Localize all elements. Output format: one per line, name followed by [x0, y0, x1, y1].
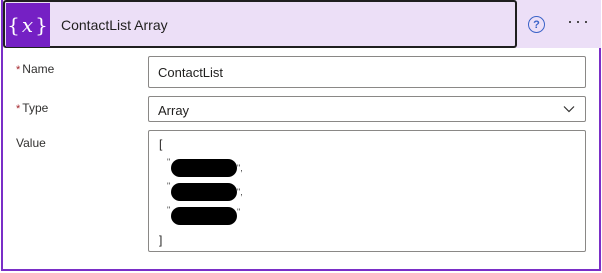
quote-close: "	[237, 207, 241, 217]
initialize-variable-card: {x} ContactList Array ? ··· * Name Contac…	[1, 0, 601, 271]
close-bracket: ]	[159, 233, 163, 247]
type-label-text: Type	[22, 101, 49, 115]
name-input-value: ContactList	[158, 65, 224, 80]
required-mark: *	[16, 64, 21, 76]
redacted-value	[171, 159, 237, 177]
quote-open: "	[167, 205, 171, 215]
quote-open: "	[167, 157, 171, 167]
name-input[interactable]: ContactList	[148, 56, 586, 88]
card-title[interactable]: ContactList Array	[61, 17, 168, 33]
quote-close: ",	[237, 187, 243, 197]
name-label-text: Name	[22, 62, 55, 76]
name-label: * Name	[16, 62, 54, 76]
quote-open: "	[167, 181, 171, 191]
card-header: {x} ContactList Array ? ···	[3, 0, 601, 48]
help-icon[interactable]: ?	[528, 16, 545, 33]
type-dropdown-value: Array	[158, 103, 190, 118]
variable-icon: {x}	[6, 3, 50, 47]
quote-close: ",	[237, 163, 243, 173]
more-options-icon[interactable]: ···	[567, 12, 591, 30]
open-bracket: [	[159, 137, 163, 151]
type-label: * Type	[16, 101, 48, 115]
value-editor[interactable]: [ " ", " ", " " ]	[148, 130, 586, 252]
required-mark: *	[16, 103, 21, 115]
redacted-value	[171, 183, 237, 201]
chevron-down-icon	[563, 106, 575, 113]
redacted-value	[171, 207, 237, 225]
card-title-bar[interactable]: {x} ContactList Array	[3, 0, 517, 48]
value-label: Value	[16, 136, 46, 150]
type-dropdown[interactable]: Array	[148, 96, 586, 122]
